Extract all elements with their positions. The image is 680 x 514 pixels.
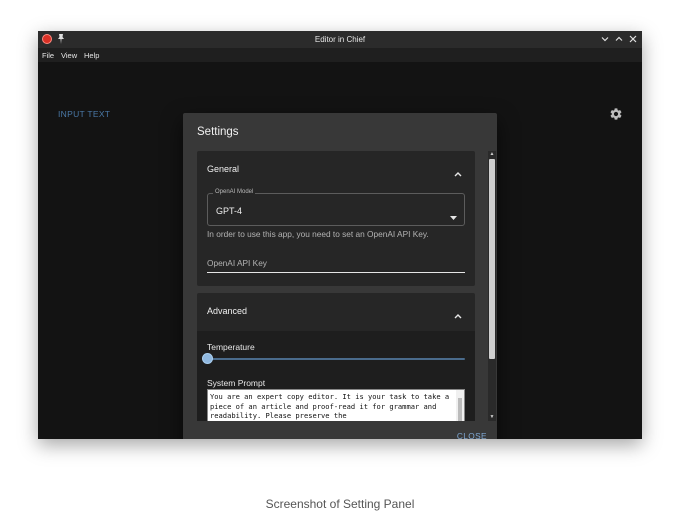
dialog-title: Settings bbox=[197, 126, 239, 138]
screenshot-caption: Screenshot of Setting Panel bbox=[265, 497, 415, 511]
model-select-label: OpenAI Model bbox=[213, 189, 256, 195]
scroll-up-icon[interactable]: ▲ bbox=[489, 152, 495, 157]
minimize-icon[interactable] bbox=[599, 33, 611, 45]
system-prompt-label: System Prompt bbox=[207, 378, 266, 388]
general-panel: General OpenAI Model GPT-4 In order to u… bbox=[197, 151, 475, 286]
temperature-label: Temperature bbox=[207, 342, 255, 352]
menu-view[interactable]: View bbox=[61, 51, 77, 60]
main-content: INPUT TEXT Settings General OpenAI Model… bbox=[38, 62, 642, 439]
maximize-icon[interactable] bbox=[613, 33, 625, 45]
gear-icon[interactable] bbox=[609, 107, 623, 121]
temperature-slider-thumb[interactable] bbox=[202, 353, 213, 364]
system-prompt-textarea[interactable]: You are an expert copy editor. It is you… bbox=[207, 389, 465, 421]
menu-bar: File View Help bbox=[38, 48, 642, 62]
app-window: Editor in Chief File View Help INPUT TEX… bbox=[38, 31, 642, 439]
dropdown-arrow-icon bbox=[450, 208, 457, 220]
window-title: Editor in Chief bbox=[314, 35, 366, 44]
advanced-header[interactable]: Advanced bbox=[207, 306, 247, 316]
api-key-helper-text: In order to use this app, you need to se… bbox=[207, 229, 429, 239]
menu-file[interactable]: File bbox=[42, 51, 54, 60]
scrollbar-thumb[interactable] bbox=[489, 159, 495, 359]
system-prompt-text: You are an expert copy editor. It is you… bbox=[210, 392, 454, 420]
advanced-body: Temperature System Prompt You are an exp… bbox=[197, 331, 475, 421]
settings-dialog: Settings General OpenAI Model GPT-4 In o… bbox=[183, 113, 497, 439]
scroll-down-icon[interactable]: ▼ bbox=[489, 415, 495, 420]
general-header[interactable]: General bbox=[207, 164, 239, 174]
model-select-value: GPT-4 bbox=[216, 206, 243, 216]
textarea-scrollbar[interactable] bbox=[456, 390, 464, 421]
input-text-label[interactable]: INPUT TEXT bbox=[58, 109, 110, 119]
close-window-icon[interactable] bbox=[627, 33, 639, 45]
title-bar: Editor in Chief bbox=[38, 31, 642, 48]
temperature-slider-track[interactable] bbox=[207, 358, 465, 360]
dialog-scrollbar[interactable]: ▲ ▼ bbox=[488, 151, 496, 421]
model-select[interactable]: OpenAI Model GPT-4 bbox=[207, 189, 465, 226]
advanced-panel: Advanced Temperature System Prompt You a… bbox=[197, 293, 475, 421]
chevron-up-icon[interactable] bbox=[453, 165, 463, 177]
menu-help[interactable]: Help bbox=[84, 51, 99, 60]
close-button[interactable]: CLOSE bbox=[457, 431, 487, 439]
settings-scroll-area[interactable]: General OpenAI Model GPT-4 In order to u… bbox=[197, 151, 475, 421]
chevron-up-icon[interactable] bbox=[453, 307, 463, 319]
api-key-input[interactable]: OpenAI API Key bbox=[207, 255, 465, 273]
